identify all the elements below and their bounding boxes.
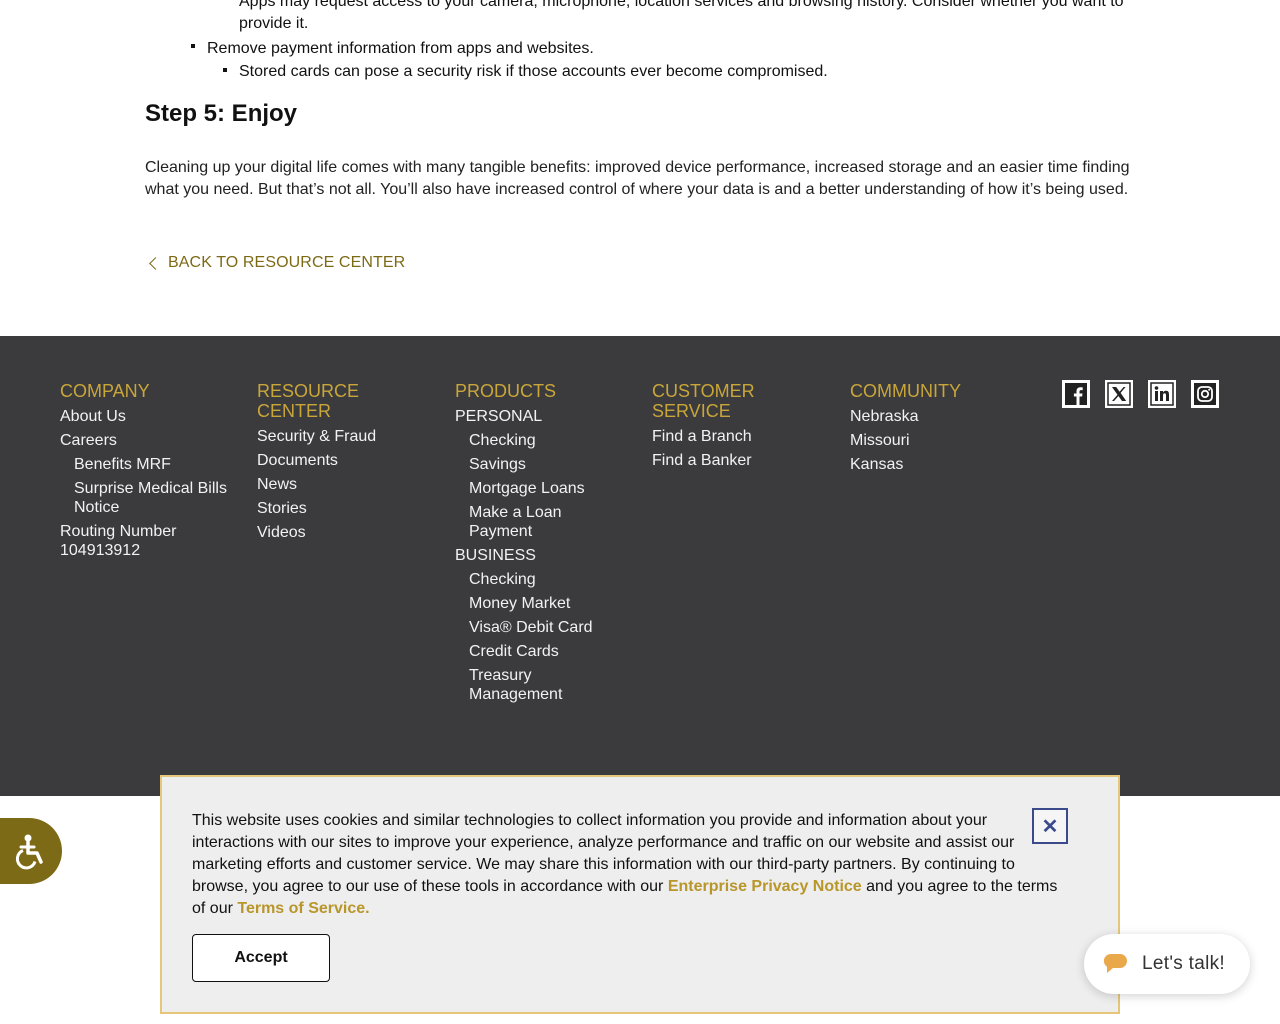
footer-link-kansas[interactable]: Kansas [850,455,1030,474]
footer-link-savings[interactable]: Savings [455,455,615,474]
footer-link-benefits-mrf[interactable]: Benefits MRF [60,455,240,474]
site-footer: COMPANY About Us Careers Benefits MRF Su… [0,336,1280,796]
cookie-close-button[interactable]: ✕ [1032,808,1068,844]
footer-column-customer-service: CUSTOMER SERVICE Find a Branch Find a Ba… [652,381,832,475]
footer-link-find-branch[interactable]: Find a Branch [652,427,832,446]
footer-link-surprise-medical-bills[interactable]: Surprise Medical Bills Notice [60,479,240,517]
list-item-main: Remove payment information from apps and… [207,40,594,57]
footer-column-resource-center: RESOURCE CENTER Security & Fraud Documen… [257,381,437,547]
chat-bubble-icon [1103,954,1127,973]
linkedin-link[interactable] [1148,380,1176,408]
accept-cookies-button[interactable]: Accept [192,934,330,982]
chat-label: Let's talk! [1142,953,1225,974]
footer-link-business-checking[interactable]: Checking [455,570,615,589]
list-item-partial-continued: provide it. [239,15,309,32]
list-item-sub: Stored cards can pose a security risk if… [239,63,828,80]
footer-link-security-fraud[interactable]: Security & Fraud [257,427,437,446]
linkedin-icon [1150,382,1174,406]
x-link[interactable] [1105,380,1133,408]
chevron-left-icon [149,256,162,270]
cookie-message: This website uses cookies and similar te… [192,810,1072,920]
instagram-link[interactable] [1191,380,1219,408]
terms-of-service-link[interactable]: Terms of Service. [237,900,369,917]
footer-link-visa-debit-card[interactable]: Visa® Debit Card [455,618,615,637]
footer-link-make-loan-payment[interactable]: Make a Loan Payment [455,503,575,541]
routing-number: Routing Number 104913912 [60,523,177,559]
footer-link-find-banker[interactable]: Find a Banker [652,451,832,470]
back-link-label: BACK TO RESOURCE CENTER [168,254,406,271]
chat-widget-button[interactable]: Let's talk! [1084,934,1250,994]
footer-link-personal-checking[interactable]: Checking [455,431,615,450]
footer-link-careers[interactable]: Careers [60,431,240,450]
footer-link-missouri[interactable]: Missouri [850,431,1030,450]
footer-link-money-market[interactable]: Money Market [455,594,615,613]
footer-heading-resource-center: RESOURCE CENTER [257,381,360,421]
footer-link-news[interactable]: News [257,475,437,494]
cookie-banner: This website uses cookies and similar te… [160,775,1120,1014]
enterprise-privacy-notice-link[interactable]: Enterprise Privacy Notice [668,878,862,895]
close-icon: ✕ [1041,815,1059,838]
footer-link-videos[interactable]: Videos [257,523,437,542]
sub-bullet-marker [223,68,227,72]
footer-heading-customer-service: CUSTOMER SERVICE [652,381,755,421]
accessibility-button[interactable] [0,818,62,884]
footer-link-stories[interactable]: Stories [257,499,437,518]
footer-link-nebraska[interactable]: Nebraska [850,407,1030,426]
footer-heading-products: PRODUCTS [455,381,557,401]
footer-column-company: COMPANY About Us Careers Benefits MRF Su… [60,381,240,565]
footer-heading-community: COMMUNITY [850,381,961,401]
footer-link-mortgage-loans[interactable]: Mortgage Loans [455,479,615,498]
back-to-resource-center-link[interactable]: BACK TO RESOURCE CENTER [147,254,405,272]
footer-link-treasury-management[interactable]: Treasury Management [455,666,575,704]
facebook-icon [1065,383,1087,405]
footer-link-documents[interactable]: Documents [257,451,437,470]
footer-link-personal[interactable]: PERSONAL [455,407,615,426]
footer-link-about-us[interactable]: About Us [60,407,240,426]
accessibility-icon [15,834,43,870]
facebook-link[interactable] [1062,380,1090,408]
step-heading: Step 5: Enjoy [145,100,298,127]
list-item-partial: Apps may request access to your camera, … [239,0,1124,10]
footer-link-credit-cards[interactable]: Credit Cards [455,642,615,661]
article-paragraph: Cleaning up your digital life comes with… [145,159,1130,198]
x-icon [1107,382,1131,406]
footer-heading-company: COMPANY [60,381,150,401]
footer-column-products: PRODUCTS PERSONAL Checking Savings Mortg… [455,381,615,709]
social-links [1062,380,1219,408]
instagram-icon [1194,383,1216,405]
bullet-marker [191,44,195,48]
footer-column-community: COMMUNITY Nebraska Missouri Kansas [850,381,1030,479]
footer-link-business[interactable]: BUSINESS [455,546,615,565]
